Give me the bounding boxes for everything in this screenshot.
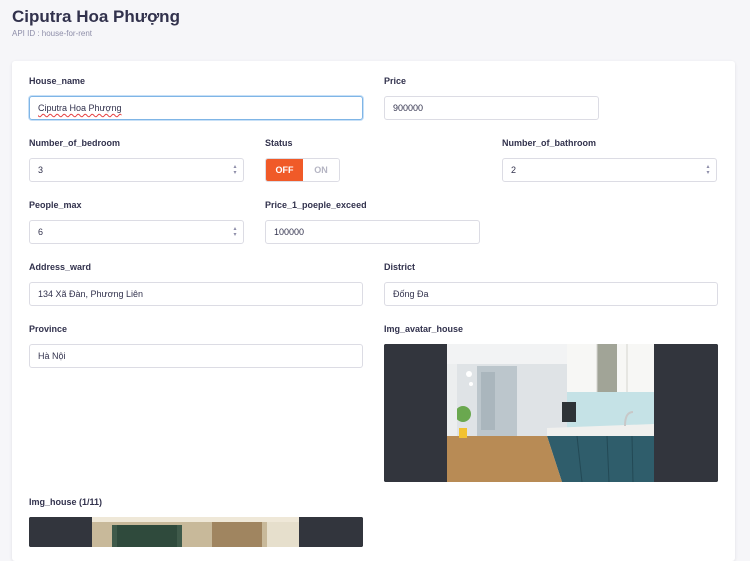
number-of-bedroom-label: Number_of_bedroom bbox=[29, 138, 121, 148]
price-label: Price bbox=[384, 76, 407, 86]
img-house-preview[interactable] bbox=[29, 517, 363, 547]
province-input[interactable]: Hà Nội bbox=[29, 344, 363, 368]
province-label: Province bbox=[29, 324, 68, 334]
number-of-bathroom-value: 2 bbox=[511, 165, 517, 175]
number-of-bathroom-input[interactable]: 2 ▴ ▾ bbox=[502, 158, 717, 182]
people-max-value: 6 bbox=[38, 227, 44, 237]
kitchen-photo-image bbox=[384, 344, 718, 482]
bedroom-stepper-icon[interactable]: ▴ ▾ bbox=[232, 164, 238, 176]
room-photo-image bbox=[29, 517, 363, 547]
people-max-stepper-icon[interactable]: ▴ ▾ bbox=[232, 226, 238, 238]
status-on-option[interactable]: ON bbox=[303, 159, 339, 181]
status-toggle[interactable]: OFF ON bbox=[265, 158, 340, 182]
price-input[interactable]: 900000 bbox=[384, 96, 599, 120]
district-label: District bbox=[384, 262, 416, 272]
img-house-label: Img_house (1/11) bbox=[29, 497, 103, 507]
people-max-label: People_max bbox=[29, 200, 82, 210]
page-title: Ciputra Hoa Phượng bbox=[12, 7, 180, 26]
edit-form-card: House_name Ciputra Hoa Phượng Price 9000… bbox=[12, 61, 735, 561]
number-of-bedroom-input[interactable]: 3 ▴ ▾ bbox=[29, 158, 244, 182]
status-off-option[interactable]: OFF bbox=[266, 159, 303, 181]
address-ward-label: Address_ward bbox=[29, 262, 92, 272]
status-label: Status bbox=[265, 138, 293, 148]
house-name-value: Ciputra Hoa Phượng bbox=[38, 103, 122, 113]
number-of-bathroom-label: Number_of_bathroom bbox=[502, 138, 597, 148]
people-max-input[interactable]: 6 ▴ ▾ bbox=[29, 220, 244, 244]
house-name-label: House_name bbox=[29, 76, 86, 86]
page-header: Ciputra Hoa Phượng API ID : house-for-re… bbox=[12, 6, 180, 39]
img-avatar-house-preview[interactable] bbox=[384, 344, 718, 482]
price-1-people-exceed-label: Price_1_poeple_exceed bbox=[265, 200, 367, 210]
price-1-people-exceed-input[interactable]: 100000 bbox=[265, 220, 480, 244]
address-ward-input[interactable]: 134 Xã Đàn, Phương Liên bbox=[29, 282, 363, 306]
img-avatar-house-label: Img_avatar_house bbox=[384, 324, 464, 334]
house-name-input[interactable]: Ciputra Hoa Phượng bbox=[29, 96, 363, 120]
api-id-subtitle: API ID : house-for-rent bbox=[12, 29, 93, 38]
number-of-bedroom-value: 3 bbox=[38, 165, 44, 175]
bathroom-stepper-icon[interactable]: ▴ ▾ bbox=[705, 164, 711, 176]
district-input[interactable]: Đống Đa bbox=[384, 282, 718, 306]
